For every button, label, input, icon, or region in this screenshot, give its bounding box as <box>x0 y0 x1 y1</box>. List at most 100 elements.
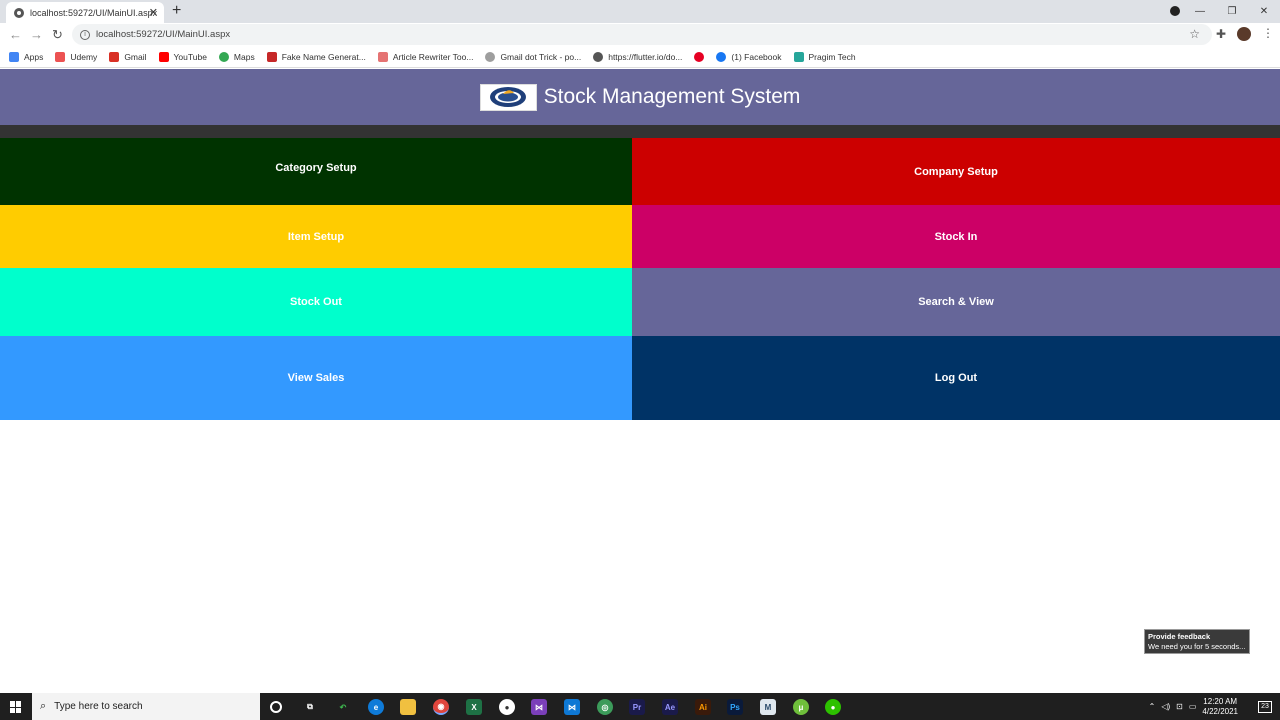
stock-out-label: Stock Out <box>290 296 342 308</box>
browser-tab[interactable]: localhost:59272/UI/MainUI.aspx ✕ <box>6 2 164 23</box>
bookmark-facebook[interactable]: (1) Facebook <box>716 51 782 62</box>
bookmark-flutter[interactable]: https://flutter.io/do... <box>593 51 682 62</box>
item-setup-label: Item Setup <box>287 230 345 243</box>
search-view-button[interactable]: Search & View <box>632 268 1280 336</box>
taskbar: ⌕ Type here to search ⧉ ↶ e ◉ X ● ⋈ ⋈ ◎ … <box>0 693 1280 720</box>
close-window-icon[interactable]: ✕ <box>1248 6 1280 17</box>
display-icon[interactable]: ▭ <box>1189 702 1197 711</box>
photoshop-icon[interactable]: Ps <box>727 699 743 715</box>
stock-out-button[interactable]: Stock Out <box>0 268 632 336</box>
back-arrow-app-icon[interactable]: ↶ <box>335 699 351 715</box>
bookmark-udemy[interactable]: Udemy <box>55 51 97 62</box>
window-controls: — ❐ ✕ <box>1184 0 1280 23</box>
log-out-label: Log Out <box>934 372 978 384</box>
forward-icon[interactable]: → <box>30 27 43 42</box>
feedback-title: Provide feedback <box>1148 632 1211 641</box>
pragim-icon <box>793 51 804 62</box>
profile-menu-icon[interactable] <box>1170 6 1180 16</box>
facebook-icon <box>716 51 727 62</box>
chrome-icon[interactable]: ◉ <box>433 699 449 715</box>
header-divider <box>0 125 1280 138</box>
app-logo <box>479 83 537 111</box>
company-setup-label: Company Setup <box>914 165 998 178</box>
search-view-label: Search & View <box>918 296 994 308</box>
file-explorer-icon[interactable] <box>400 699 416 715</box>
youtube-icon <box>158 51 169 62</box>
search-icon: ⌕ <box>40 700 47 712</box>
bookmark-apps[interactable]: Apps <box>9 51 43 62</box>
company-setup-button[interactable]: Company Setup <box>632 138 1280 205</box>
pinterest-icon <box>694 51 705 62</box>
new-tab-button[interactable]: + <box>172 2 181 20</box>
stock-in-button[interactable]: Stock In <box>632 205 1280 268</box>
logo-icon <box>490 87 527 107</box>
avatar[interactable] <box>1237 27 1251 41</box>
taskbar-search-input[interactable]: ⌕ Type here to search <box>32 693 260 720</box>
log-out-button[interactable]: Log Out <box>632 336 1280 420</box>
notification-center-icon[interactable]: 23 <box>1258 700 1272 713</box>
notification-count: 23 <box>1261 702 1269 710</box>
bookmark-youtube[interactable]: YouTube <box>158 51 207 62</box>
task-view-icon[interactable]: ⧉ <box>302 699 318 715</box>
bookmark-pinterest[interactable] <box>694 51 705 62</box>
address-bar[interactable]: i localhost:59272/UI/MainUI.aspx ☆ <box>72 24 1212 45</box>
udemy-icon <box>55 51 66 62</box>
url-text: localhost:59272/UI/MainUI.aspx <box>96 29 231 40</box>
page-title: Stock Management System <box>543 85 801 108</box>
view-sales-button[interactable]: View Sales <box>0 336 632 420</box>
clock-time: 12:20 AM <box>1203 696 1238 706</box>
close-tab-icon[interactable]: ✕ <box>149 6 158 19</box>
browser-tabstrip: localhost:59272/UI/MainUI.aspx ✕ + — ❐ ✕ <box>0 0 1280 23</box>
category-setup-button[interactable]: Category Setup <box>0 138 632 205</box>
view-sales-label: View Sales <box>287 372 345 384</box>
illustrator-icon[interactable]: Ai <box>695 699 711 715</box>
wechat-icon[interactable]: ● <box>825 699 841 715</box>
restore-icon[interactable]: ❐ <box>1216 6 1248 17</box>
cortana-icon[interactable] <box>270 701 282 713</box>
feedback-toast[interactable]: Provide feedback We need you for 5 secon… <box>1144 629 1250 654</box>
vscode-icon[interactable]: ⋈ <box>564 699 580 715</box>
reload-icon[interactable]: ↻ <box>52 27 63 43</box>
fake-name-icon <box>266 51 277 62</box>
volume-icon[interactable]: ◁) <box>1161 702 1170 711</box>
minimize-icon[interactable]: — <box>1184 6 1216 17</box>
apps-grid-icon <box>9 51 19 62</box>
visual-studio-icon[interactable]: ⋈ <box>531 699 547 715</box>
app-circle-icon[interactable]: ● <box>499 699 515 715</box>
bookmark-star-icon[interactable]: ☆ <box>1189 27 1200 41</box>
browser-toolbar: ← → ↻ i localhost:59272/UI/MainUI.aspx ☆ <box>0 23 1280 46</box>
browser-menu-icon[interactable]: ⋮ <box>1262 26 1274 40</box>
bookmark-maps[interactable]: Maps <box>218 51 255 62</box>
utorrent-icon[interactable]: μ <box>793 699 809 715</box>
tab-title: localhost:59272/UI/MainUI.aspx <box>30 7 158 18</box>
bookmark-gmail-dot[interactable]: Gmail dot Trick - po... <box>485 51 581 62</box>
stock-in-label: Stock In <box>934 230 978 243</box>
back-icon[interactable]: ← <box>9 27 22 42</box>
taskbar-search-placeholder: Type here to search <box>54 701 143 712</box>
gmail-dot-icon <box>485 51 496 62</box>
bookmark-article-rewriter[interactable]: Article Rewriter Too... <box>377 51 473 62</box>
after-effects-icon[interactable]: Ae <box>662 699 678 715</box>
taskbar-clock[interactable]: 12:20 AM 4/22/2021 <box>1202 697 1238 717</box>
gmail-icon <box>109 51 120 62</box>
bookmark-pragim[interactable]: Pragim Tech <box>793 51 856 62</box>
site-info-icon[interactable]: i <box>80 29 90 40</box>
bookmark-fake-name[interactable]: Fake Name Generat... <box>266 51 366 62</box>
extensions-icon[interactable]: ✚ <box>1216 27 1226 41</box>
category-setup-label: Category Setup <box>275 161 357 174</box>
network-icon[interactable]: ⊡ <box>1176 702 1183 711</box>
windows-start-icon[interactable] <box>10 701 22 713</box>
app-header: Stock Management System <box>0 69 1280 125</box>
tray-expand-icon[interactable]: ⌃ <box>1149 702 1156 711</box>
bookmark-gmail[interactable]: Gmail <box>109 51 147 62</box>
premiere-icon[interactable]: Pr <box>629 699 645 715</box>
clock-date: 4/22/2021 <box>1202 706 1238 716</box>
excel-icon[interactable]: X <box>466 699 482 715</box>
m-app-icon[interactable]: M <box>760 699 776 715</box>
item-setup-button[interactable]: Item Setup <box>0 205 632 268</box>
edge-icon[interactable]: e <box>368 699 384 715</box>
system-tray: ⌃ ◁) ⊡ ▭ 12:20 AM 4/22/2021 23 <box>1149 693 1280 720</box>
maps-icon <box>218 51 229 62</box>
green-app-icon[interactable]: ◎ <box>597 699 613 715</box>
bookmarks-bar: Apps Udemy Gmail YouTube Maps Fake Name … <box>0 46 1280 68</box>
